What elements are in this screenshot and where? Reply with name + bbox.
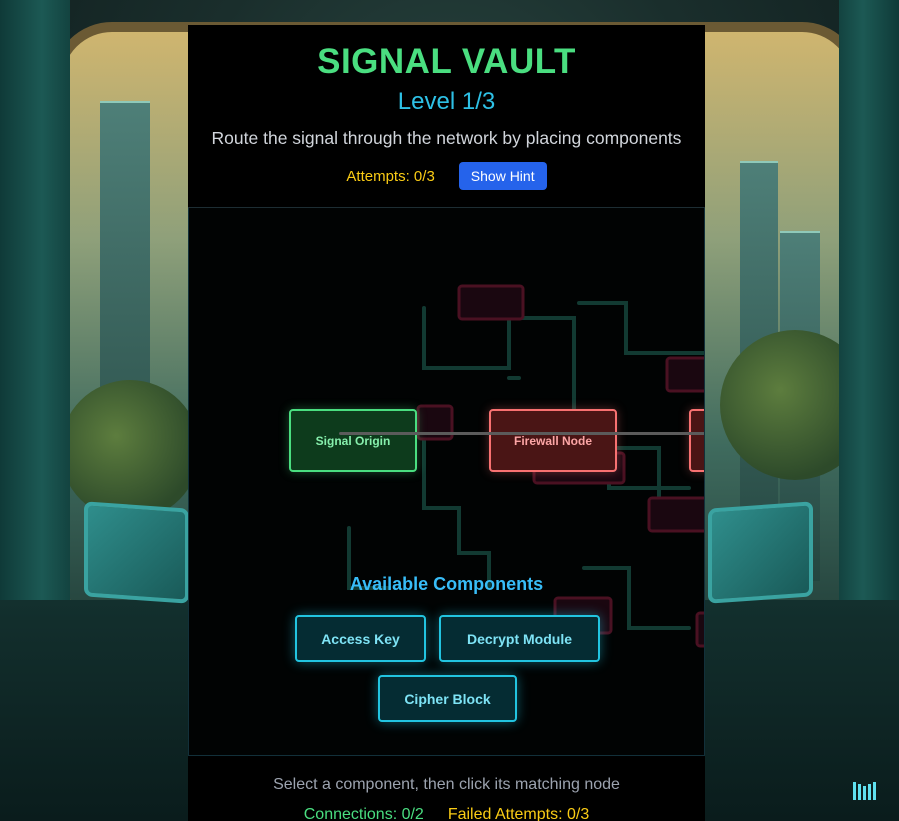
signal-bar [868,784,871,800]
signal-path-line [339,432,704,435]
game-footer: Select a component, then click its match… [188,756,705,821]
signal-bar [853,782,856,800]
game-title: SIGNAL VAULT [317,42,576,81]
circuit-background [347,284,704,648]
signal-bar [858,784,861,800]
attempts-counter: Attempts: 0/3 [346,167,435,185]
instructions-subtitle: Route the signal through the network by … [211,128,682,148]
node-locked[interactable] [689,409,704,472]
component-access-key[interactable]: Access Key [295,615,426,662]
game-header: SIGNAL VAULT Level 1/3 Route the signal … [188,25,705,208]
level-indicator: Level 1/3 [397,88,496,115]
header-controls: Attempts: 0/3 Show Hint [188,162,705,190]
monitor-shape [84,501,189,604]
tree-shape [60,380,200,520]
signal-bar [873,782,876,800]
monitor-shape [708,501,813,604]
failed-attempts-counter: Failed Attempts: 0/3 [447,806,590,821]
node-signal-origin[interactable]: Signal Origin [289,409,417,472]
node-firewall[interactable]: Firewall Node [489,409,617,472]
footer-stats: Connections: 0/2 Failed Attempts: 0/3 [188,806,705,821]
component-cipher-block[interactable]: Cipher Block [378,675,517,722]
connections-counter: Connections: 0/2 [303,806,424,821]
component-decrypt-module[interactable]: Decrypt Module [439,615,600,662]
show-hint-button[interactable]: Show Hint [458,162,547,190]
signal-bars-icon[interactable] [853,782,876,800]
game-panel: SIGNAL VAULT Level 1/3 Route the signal … [188,25,705,821]
components-title: Available Components [349,574,544,594]
network-board: Signal Origin Firewall Node Available Co… [188,208,705,756]
footer-instruction: Select a component, then click its match… [273,776,620,793]
signal-bar [863,786,866,800]
